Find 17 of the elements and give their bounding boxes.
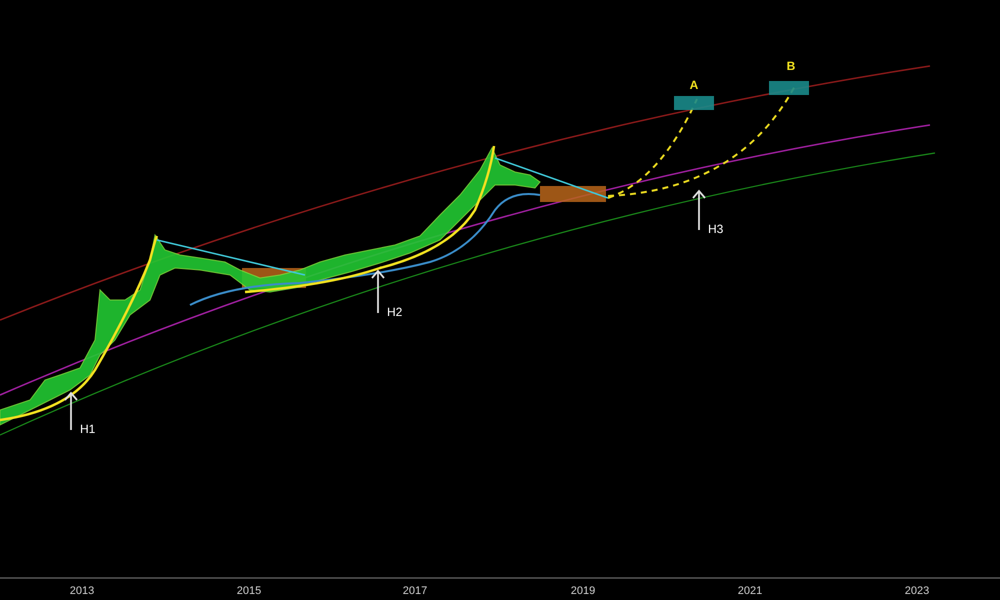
axis-tick-label: 2013	[70, 585, 94, 597]
target-label: B	[786, 59, 796, 73]
annotation-label: H1	[80, 422, 96, 436]
target-box	[674, 96, 714, 110]
up-arrow	[64, 392, 78, 430]
target-label: A	[690, 78, 698, 92]
axis-tick-label: 2019	[570, 585, 596, 597]
up-arrow	[692, 190, 706, 230]
axis-tick-label: 2015	[236, 585, 262, 597]
up-arrow	[371, 270, 385, 313]
axis-tick-label: 2017	[402, 585, 428, 597]
axis-tick-label: 2021	[738, 585, 762, 597]
annotation-label: H2	[387, 305, 402, 319]
range-box	[540, 186, 606, 202]
target-box	[769, 81, 809, 95]
axis-tick-label: 2023	[904, 585, 930, 597]
annotation-label: H3	[708, 222, 724, 236]
